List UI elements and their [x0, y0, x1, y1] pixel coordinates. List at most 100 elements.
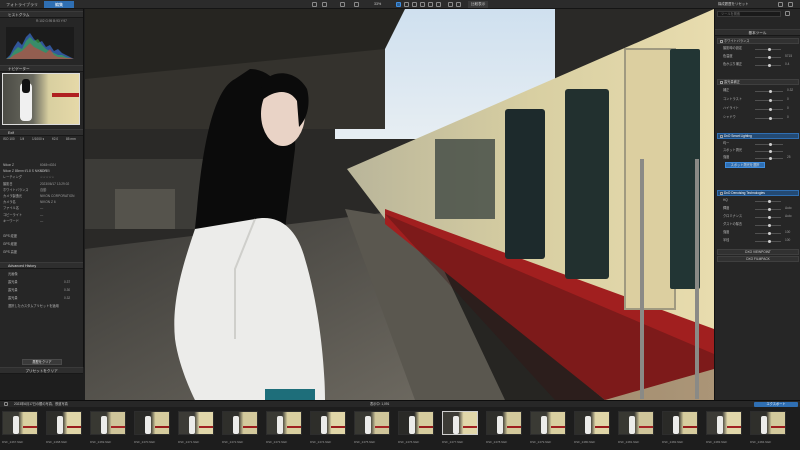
crop-icon[interactable] [396, 2, 401, 7]
exif-header[interactable]: Exif [0, 129, 83, 136]
thumbnail[interactable] [310, 411, 346, 435]
filmpack-module[interactable]: DXO FILMPACK [717, 256, 799, 262]
fit-icon[interactable] [340, 2, 345, 7]
thumbnail-caption[interactable]: DSF_2473.NEF [266, 440, 287, 444]
history-header[interactable]: Advanced History [0, 262, 83, 269]
compare-button[interactable]: 比較表示 [468, 1, 489, 8]
slider-knob[interactable] [768, 232, 771, 235]
zoom-icon[interactable] [354, 2, 359, 7]
wb-module[interactable]: ホワイトバランス [717, 38, 799, 44]
thumbnail[interactable] [266, 411, 302, 435]
repair-icon[interactable] [420, 2, 425, 7]
essentials-header[interactable]: 基本ツール [715, 29, 800, 36]
redo-icon[interactable] [322, 2, 327, 7]
settings-icon[interactable] [778, 2, 783, 7]
thumbnail-caption[interactable]: DSF_2472.NEF [222, 440, 243, 444]
thumbnail[interactable] [618, 411, 654, 435]
thumbnail-caption[interactable]: DSF_2478.NEF [486, 440, 507, 444]
histogram-header[interactable]: ヒストグラム [0, 11, 83, 18]
row-slider[interactable] [755, 90, 783, 93]
zoom-level[interactable]: 33% [374, 1, 381, 8]
row-slider[interactable] [755, 108, 783, 111]
navigator-header[interactable]: ナビゲーター [0, 65, 83, 72]
thumbnail-caption[interactable]: DSF_2470.NEF [134, 440, 155, 444]
slider-knob[interactable] [769, 157, 772, 160]
undo-icon[interactable] [312, 2, 317, 7]
row-slider[interactable] [755, 216, 781, 219]
row-slider[interactable] [755, 48, 781, 51]
row-slider[interactable] [755, 240, 781, 243]
denoising-check[interactable] [720, 192, 723, 195]
thumbnail[interactable] [222, 411, 258, 435]
horizon-icon[interactable] [404, 2, 409, 7]
thumbnail[interactable] [750, 411, 786, 435]
thumbnail-caption[interactable]: DSF_2469.NEF [90, 440, 111, 444]
thumbnail[interactable] [574, 411, 610, 435]
thumbnail[interactable] [706, 411, 742, 435]
thumbnail[interactable] [486, 411, 522, 435]
spot-metering-button[interactable]: スポット測光を選択 [725, 162, 765, 168]
presets-footer[interactable]: プリセットをクリア [0, 367, 83, 374]
thumbnail-caption[interactable]: DSF_2468.NEF [46, 440, 67, 444]
slider-knob[interactable] [769, 150, 772, 153]
before-after-icon[interactable] [448, 2, 453, 7]
row-slider[interactable] [755, 200, 781, 203]
reset-history[interactable]: 構成履歴をリセット [718, 1, 749, 8]
row-slider[interactable] [755, 208, 781, 211]
row-slider[interactable] [755, 56, 781, 59]
thumbnail-caption[interactable]: DSF_2481.NEF [618, 440, 639, 444]
navigator-preview[interactable] [2, 73, 80, 125]
tab-customize[interactable]: 編集 [44, 1, 74, 8]
row-slider[interactable] [755, 224, 781, 227]
thumbnail-caption[interactable]: DSF_2467.NEF [2, 440, 23, 444]
thumbnail[interactable] [398, 411, 434, 435]
row-slider[interactable] [755, 64, 781, 67]
export-button[interactable]: エクスポート [754, 402, 798, 407]
thumbnail-caption[interactable]: DSF_2480.NEF [574, 440, 595, 444]
exposure-module[interactable]: 露光量補正 [717, 79, 799, 85]
row-slider[interactable] [755, 157, 783, 160]
slider-knob[interactable] [769, 99, 772, 102]
slider-knob[interactable] [768, 48, 771, 51]
row-slider[interactable] [755, 150, 783, 153]
row-slider[interactable] [755, 143, 783, 146]
viewpoint-module[interactable]: DXO VIEWPOINT [717, 249, 799, 255]
thumbnail[interactable] [178, 411, 214, 435]
perspective-icon[interactable] [412, 2, 417, 7]
slider-knob[interactable] [769, 90, 772, 93]
thumbnail-caption[interactable]: DSF_2471.NEF [178, 440, 199, 444]
row-slider[interactable] [755, 232, 781, 235]
thumbnail[interactable] [354, 411, 390, 435]
slider-knob[interactable] [768, 56, 771, 59]
local-adjust-icon[interactable] [428, 2, 433, 7]
slider-knob[interactable] [768, 208, 771, 211]
smart-lighting-check[interactable] [720, 135, 723, 138]
wb-check[interactable] [720, 40, 723, 43]
thumbnail-caption[interactable]: DSF_2483.NEF [706, 440, 727, 444]
loupe-icon[interactable] [456, 2, 461, 7]
thumbnail[interactable] [90, 411, 126, 435]
slider-knob[interactable] [769, 108, 772, 111]
thumbnail-caption[interactable]: DSF_2482.NEF [662, 440, 683, 444]
thumbnail-caption[interactable]: DSF_2475.NEF [354, 440, 375, 444]
exposure-check[interactable] [720, 81, 723, 84]
thumbnail-caption[interactable]: DSF_2484.NEF [750, 440, 771, 444]
eyedropper-icon[interactable] [436, 2, 441, 7]
search-icon[interactable] [785, 11, 790, 16]
image-viewer[interactable] [85, 9, 714, 400]
slider-knob[interactable] [768, 224, 771, 227]
thumbnail-caption[interactable]: DSF_2476.NEF [398, 440, 419, 444]
thumbnail[interactable] [442, 411, 478, 435]
slider-knob[interactable] [768, 64, 771, 67]
thumbnail[interactable] [46, 411, 82, 435]
slider-knob[interactable] [768, 200, 771, 203]
tool-search-input[interactable]: ツールを検索 [717, 11, 781, 17]
denoising-module[interactable]: DxO Denoising Technologies [717, 190, 799, 196]
thumbnail-caption[interactable]: DSF_2479.NEF [530, 440, 551, 444]
clear-history-button[interactable]: 履歴をクリア [22, 359, 62, 365]
thumbnail[interactable] [134, 411, 170, 435]
smart-lighting-module[interactable]: DxO Smart Lighting [717, 133, 799, 139]
slider-knob[interactable] [769, 143, 772, 146]
slider-knob[interactable] [768, 216, 771, 219]
menu-icon[interactable] [788, 2, 793, 7]
